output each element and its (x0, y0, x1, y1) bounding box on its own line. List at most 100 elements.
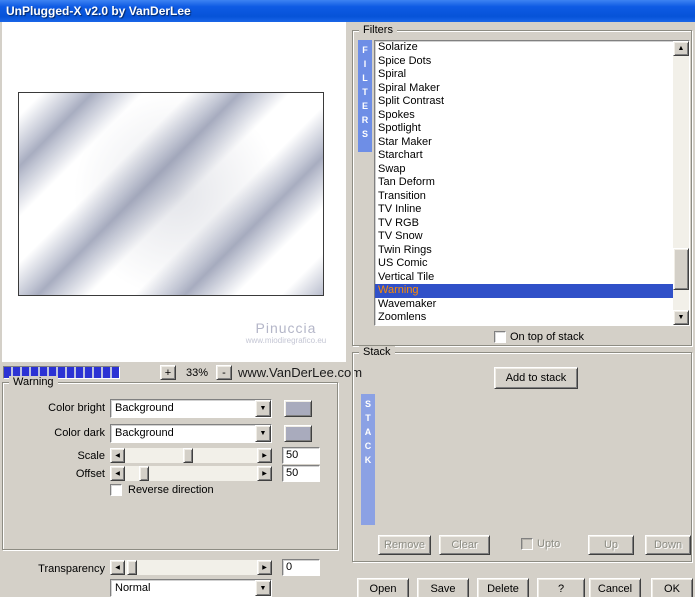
offset-slider-thumb[interactable] (139, 466, 149, 481)
filter-item[interactable]: Star Maker (375, 136, 673, 150)
stack-group-label: Stack (359, 346, 395, 359)
warning-group-label: Warning (9, 376, 58, 389)
color-dark-value: Background (115, 427, 174, 439)
offset-value-input[interactable]: 50 (282, 465, 320, 482)
offset-slider[interactable]: ◀ ▶ (110, 466, 272, 481)
filter-item-selected[interactable]: Warning (375, 284, 673, 298)
offset-slider-left-button[interactable]: ◀ (110, 466, 125, 481)
watermark-url: www.miodiregrafico.eu (245, 336, 327, 345)
watermark: Pinuccia www.miodiregrafico.eu (238, 320, 334, 345)
reverse-direction-label: Reverse direction (128, 484, 214, 496)
blend-mode-value: Normal (115, 582, 151, 594)
filter-item[interactable]: Starchart (375, 149, 673, 163)
arrow-left-icon: ◀ (115, 470, 120, 477)
clear-button[interactable]: Clear (439, 535, 490, 555)
filters-listbox[interactable]: Solarize Spice Dots Spiral Spiral Maker … (374, 40, 690, 326)
filters-scrollbar[interactable]: ▲ ▼ (673, 41, 689, 325)
chevron-down-icon: ▼ (259, 430, 267, 437)
scale-slider-left-button[interactable]: ◀ (110, 448, 125, 463)
filter-item[interactable]: TV RGB (375, 217, 673, 231)
filter-item[interactable]: Spotlight (375, 122, 673, 136)
arrow-left-icon: ◀ (115, 564, 120, 571)
on-top-of-stack-label: On top of stack (510, 331, 584, 343)
window-title: UnPlugged-X v2.0 by VanDerLee (6, 4, 191, 18)
filter-item[interactable]: Vertical Tile (375, 271, 673, 285)
color-bright-swatch[interactable] (284, 400, 312, 417)
filter-item[interactable]: Spice Dots (375, 55, 673, 69)
arrow-right-icon: ▶ (262, 470, 267, 477)
offset-slider-right-button[interactable]: ▶ (257, 466, 272, 481)
filter-item[interactable]: Solarize (375, 41, 673, 55)
arrow-up-icon: ▲ (677, 45, 685, 52)
remove-button[interactable]: Remove (378, 535, 431, 555)
ok-button[interactable]: OK (651, 578, 693, 597)
color-bright-dropdown-button[interactable]: ▼ (255, 400, 271, 417)
scale-slider-right-button[interactable]: ▶ (257, 448, 272, 463)
scale-slider-track[interactable] (125, 448, 257, 463)
color-bright-label: Color bright (48, 402, 105, 414)
filter-item[interactable]: TV Snow (375, 230, 673, 244)
filters-scrollbar-thumb[interactable] (673, 248, 689, 290)
filters-strip: FILTERS (358, 40, 372, 152)
filter-item[interactable]: US Comic (375, 257, 673, 271)
vanderlee-link[interactable]: www.VanDerLee.com (238, 365, 362, 380)
filters-scroll-track[interactable] (673, 56, 689, 310)
color-bright-select[interactable]: Background ▼ (110, 399, 272, 418)
scroll-up-button[interactable]: ▲ (673, 41, 689, 56)
down-button[interactable]: Down (645, 535, 691, 555)
on-top-of-stack-checkbox[interactable] (494, 331, 506, 343)
color-dark-select[interactable]: Background ▼ (110, 424, 272, 443)
scroll-down-button[interactable]: ▼ (673, 310, 689, 325)
scale-value-input[interactable]: 50 (282, 447, 320, 464)
arrow-right-icon: ▶ (262, 564, 267, 571)
filter-item[interactable]: Split Contrast (375, 95, 673, 109)
filter-item[interactable]: Swap (375, 163, 673, 177)
upto-checkbox[interactable] (521, 538, 533, 550)
open-button[interactable]: Open (357, 578, 409, 597)
filter-item[interactable]: Tan Deform (375, 176, 673, 190)
transparency-value-input[interactable]: 0 (282, 559, 320, 576)
cancel-button[interactable]: Cancel (589, 578, 641, 597)
dialog-window: UnPlugged-X v2.0 by VanDerLee Pinuccia w… (0, 0, 695, 597)
save-button[interactable]: Save (417, 578, 469, 597)
chevron-down-icon: ▼ (259, 405, 267, 412)
arrow-left-icon: ◀ (115, 452, 120, 459)
zoom-level: 33% (185, 367, 209, 379)
blend-mode-select[interactable]: Normal ▼ (110, 579, 272, 597)
titlebar[interactable]: UnPlugged-X v2.0 by VanDerLee (0, 0, 695, 22)
zoom-out-button[interactable]: - (216, 365, 232, 380)
delete-button[interactable]: Delete (477, 578, 529, 597)
scale-slider[interactable]: ◀ ▶ (110, 448, 272, 463)
stack-strip-text: STACK (363, 399, 373, 469)
color-dark-swatch[interactable] (284, 425, 312, 442)
offset-slider-track[interactable] (125, 466, 257, 481)
transparency-label: Transparency (38, 563, 105, 575)
stack-list[interactable] (377, 394, 690, 525)
reverse-direction-checkbox[interactable] (110, 484, 122, 496)
color-bright-value: Background (115, 402, 174, 414)
transparency-slider-thumb[interactable] (127, 560, 137, 575)
add-to-stack-button[interactable]: Add to stack (494, 367, 578, 389)
upto-label: Upto (537, 538, 561, 550)
preview-image[interactable] (18, 92, 324, 296)
transparency-slider[interactable]: ◀ ▶ (110, 560, 272, 575)
filter-item[interactable]: Twin Rings (375, 244, 673, 258)
help-button[interactable]: ? (537, 578, 585, 597)
scale-slider-thumb[interactable] (183, 448, 193, 463)
blend-mode-dropdown-button[interactable]: ▼ (255, 580, 271, 596)
chevron-down-icon: ▼ (259, 584, 267, 592)
filter-item[interactable]: Wavemaker (375, 298, 673, 312)
color-dark-label: Color dark (54, 427, 105, 439)
filter-item[interactable]: Spiral Maker (375, 82, 673, 96)
color-dark-dropdown-button[interactable]: ▼ (255, 425, 271, 442)
filter-item[interactable]: Spokes (375, 109, 673, 123)
transparency-slider-track[interactable] (125, 560, 257, 575)
up-button[interactable]: Up (588, 535, 634, 555)
filter-item[interactable]: Spiral (375, 68, 673, 82)
zoom-in-button[interactable]: + (160, 365, 176, 380)
filter-item[interactable]: TV Inline (375, 203, 673, 217)
filter-item[interactable]: Transition (375, 190, 673, 204)
filter-item[interactable]: Zoomlens (375, 311, 673, 325)
transparency-slider-left-button[interactable]: ◀ (110, 560, 125, 575)
transparency-slider-right-button[interactable]: ▶ (257, 560, 272, 575)
